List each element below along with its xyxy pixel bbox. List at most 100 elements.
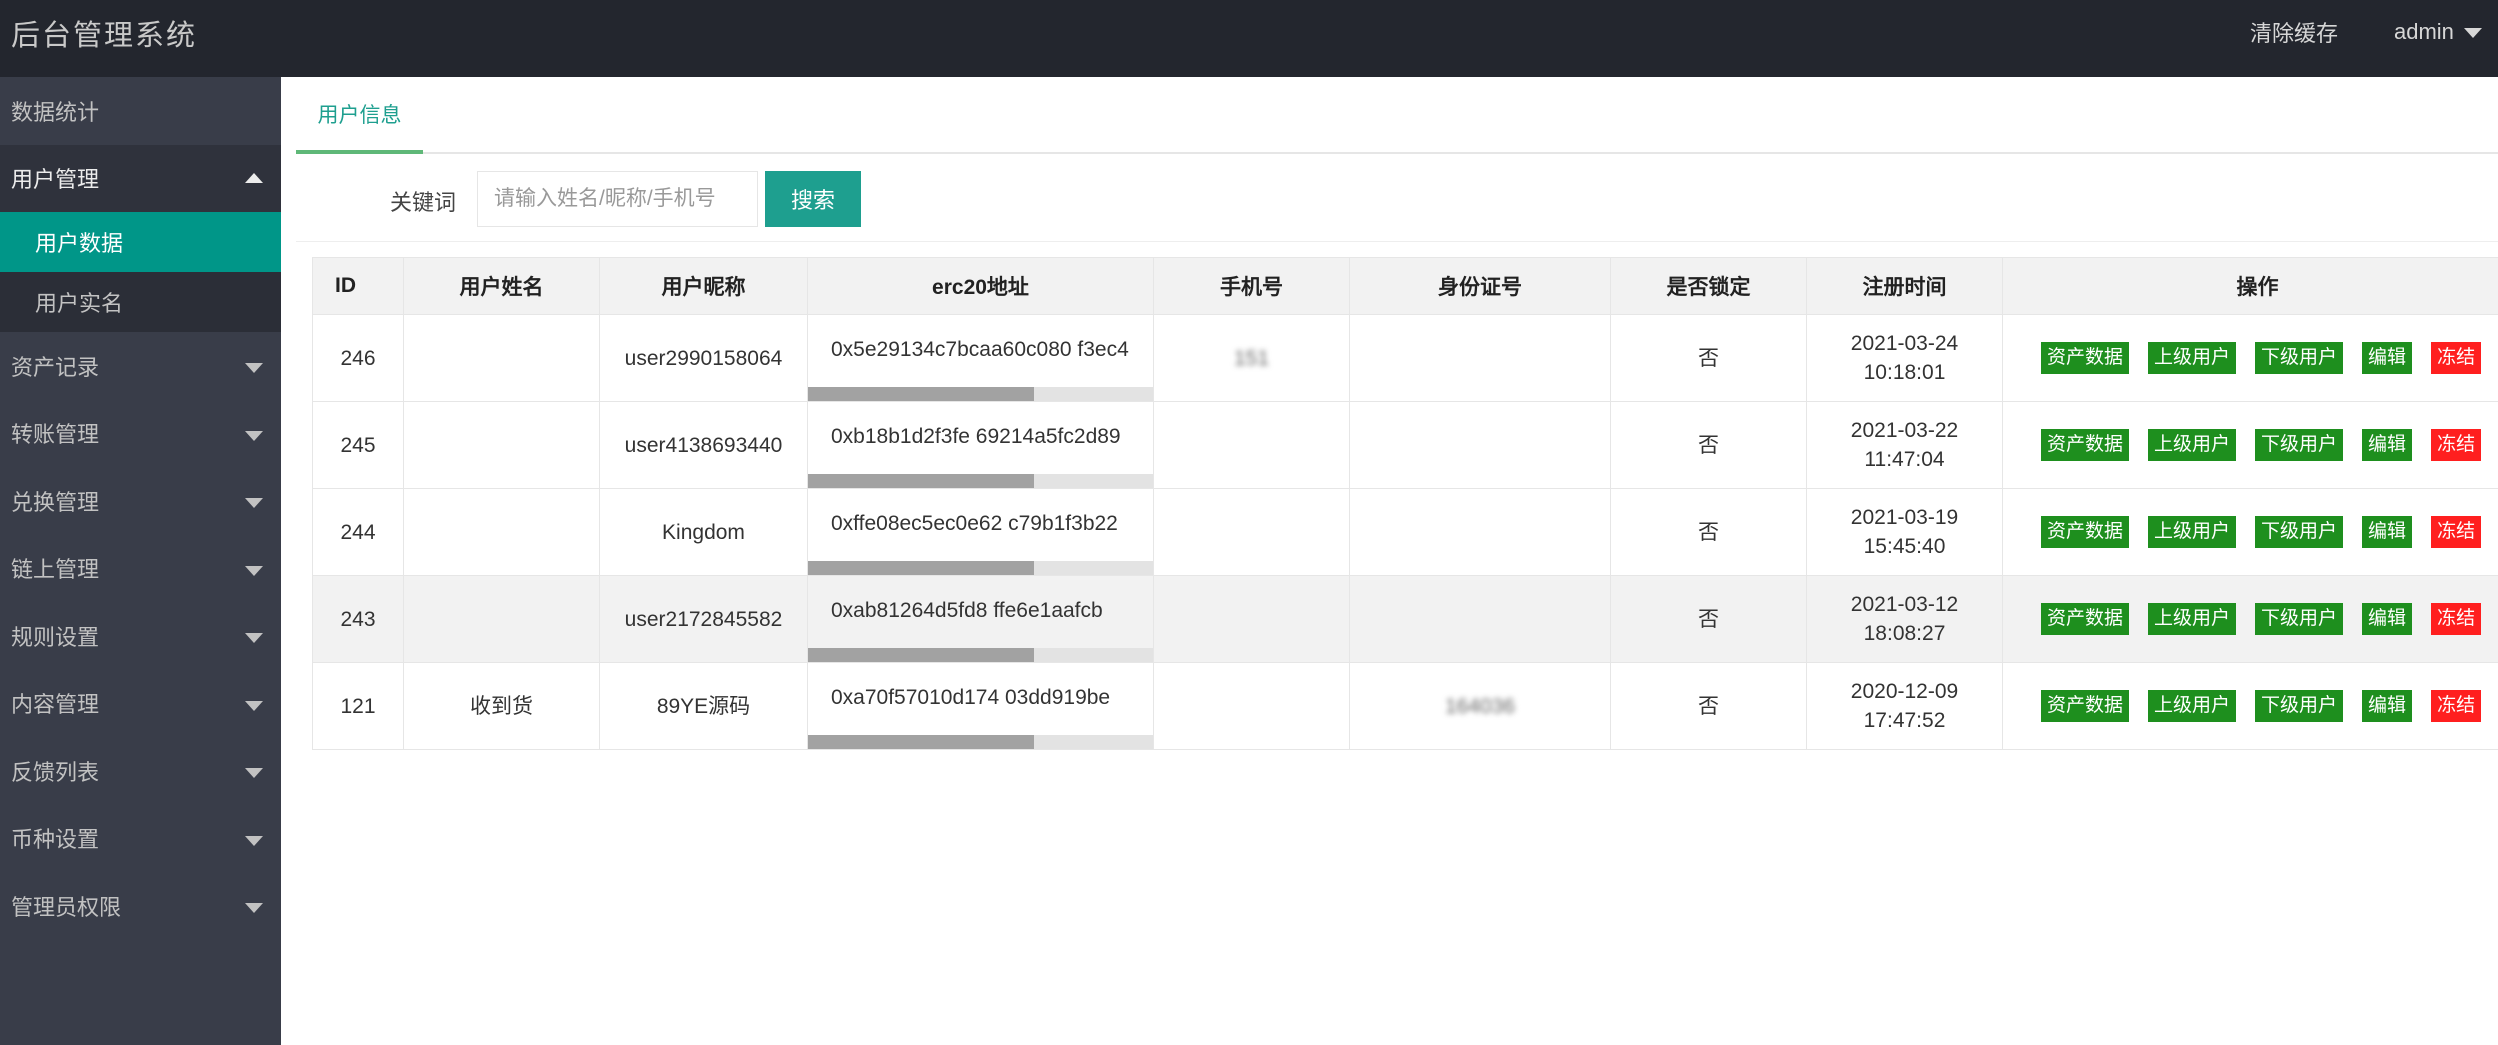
cell-idcard: 164036 xyxy=(1349,662,1611,750)
assets-data-button[interactable]: 资产数据 xyxy=(2041,516,2130,548)
chevron-down-icon xyxy=(245,363,263,373)
table-row: 243 user2172845582 0xab81264d5fd8 ffe6e1… xyxy=(312,575,2498,663)
cell-name xyxy=(403,575,600,663)
register-clock: 11:47:04 xyxy=(1864,448,1945,471)
scrollbar-thumb[interactable] xyxy=(808,387,1034,401)
edit-button[interactable]: 编辑 xyxy=(2362,690,2413,722)
edit-button[interactable]: 编辑 xyxy=(2362,342,2413,374)
table-row: 245 user4138693440 0xb18b1d2f3fe 69214a5… xyxy=(312,401,2498,489)
sidebar-item-admin-permissions[interactable]: 管理员权限 xyxy=(0,872,281,940)
sidebar-item-label: 用户管理 xyxy=(11,167,100,193)
horizontal-scrollbar[interactable] xyxy=(808,735,1153,749)
search-form: 关键词 搜索 xyxy=(281,169,2498,227)
table-row: 244 Kingdom 0xffe08ec5ec0e62 c79b1f3b22 … xyxy=(312,488,2498,576)
lower-user-button[interactable]: 下级用户 xyxy=(2255,342,2344,374)
cell-id: 121 xyxy=(312,662,404,750)
cell-address: 0x5e29134c7bcaa60c080 f3ec4 xyxy=(807,314,1154,402)
sidebar-item-user-management[interactable]: 用户管理 xyxy=(0,144,281,212)
register-date: 2021-03-22 xyxy=(1850,419,1959,442)
upper-user-button[interactable]: 上级用户 xyxy=(2148,342,2237,374)
column-header-actions: 操作 xyxy=(2002,257,2498,315)
lower-user-button[interactable]: 下级用户 xyxy=(2255,690,2344,722)
app-title: 后台管理系统 xyxy=(11,20,198,52)
lower-user-button[interactable]: 下级用户 xyxy=(2255,429,2344,461)
scrollbar-thumb[interactable] xyxy=(808,735,1034,749)
top-header: 后台管理系统 清除缓存 admin xyxy=(0,0,2498,77)
cell-register-time: 2021-03-24 10:18:01 xyxy=(1806,314,2003,402)
sidebar-item-statistics[interactable]: 数据统计 xyxy=(0,77,281,145)
register-date: 2020-12-09 xyxy=(1850,680,1959,703)
clear-cache-link[interactable]: 清除缓存 xyxy=(2250,0,2338,63)
assets-data-button[interactable]: 资产数据 xyxy=(2041,342,2130,374)
sidebar-item-onchain[interactable]: 链上管理 xyxy=(0,535,281,603)
assets-data-button[interactable]: 资产数据 xyxy=(2041,690,2130,722)
sidebar-item-asset-records[interactable]: 资产记录 xyxy=(0,332,281,400)
search-input[interactable] xyxy=(477,171,758,227)
tab-label: 用户信息 xyxy=(317,103,402,127)
sidebar-item-label: 规则设置 xyxy=(11,624,100,650)
column-header-phone: 手机号 xyxy=(1153,257,1350,315)
freeze-button[interactable]: 冻结 xyxy=(2431,429,2482,461)
cell-address: 0xffe08ec5ec0e62 c79b1f3b22 xyxy=(807,488,1154,576)
sidebar-item-label: 转账管理 xyxy=(11,422,100,448)
sidebar-item-label: 兑换管理 xyxy=(11,489,100,515)
freeze-button[interactable]: 冻结 xyxy=(2431,603,2482,635)
freeze-button[interactable]: 冻结 xyxy=(2431,516,2482,548)
cell-locked: 否 xyxy=(1610,488,1807,576)
assets-data-button[interactable]: 资产数据 xyxy=(2041,603,2130,635)
upper-user-button[interactable]: 上级用户 xyxy=(2148,603,2237,635)
scrollbar-thumb[interactable] xyxy=(808,561,1034,575)
upper-user-button[interactable]: 上级用户 xyxy=(2148,516,2237,548)
chevron-up-icon xyxy=(245,172,263,183)
chevron-down-icon xyxy=(2463,28,2482,38)
edit-button[interactable]: 编辑 xyxy=(2362,603,2413,635)
cell-locked: 否 xyxy=(1610,401,1807,489)
column-header-idcard: 身份证号 xyxy=(1349,257,1611,315)
address-text: 0xab81264d5fd8 ffe6e1aafcb xyxy=(831,599,1103,622)
cell-id: 245 xyxy=(312,401,404,489)
main-content: 用户信息 关键词 搜索 ID 用户姓名 用户昵称 erc20地址 手机号 身份证… xyxy=(281,77,2498,1045)
sidebar-subitem-label: 用户实名 xyxy=(35,291,124,316)
column-header-nickname: 用户昵称 xyxy=(599,257,808,315)
sidebar-subitem-user-verification[interactable]: 用户实名 xyxy=(0,272,281,332)
horizontal-scrollbar[interactable] xyxy=(808,648,1153,662)
freeze-button[interactable]: 冻结 xyxy=(2431,342,2482,374)
sidebar-item-rules[interactable]: 规则设置 xyxy=(0,602,281,670)
horizontal-scrollbar[interactable] xyxy=(808,561,1153,575)
chevron-down-icon xyxy=(245,768,263,778)
sidebar-item-transfer[interactable]: 转账管理 xyxy=(0,400,281,468)
sidebar-item-label: 数据统计 xyxy=(11,99,100,125)
sidebar-item-content[interactable]: 内容管理 xyxy=(0,670,281,738)
tab-bar: 用户信息 xyxy=(296,77,2498,154)
chevron-down-icon xyxy=(245,835,263,846)
search-button[interactable]: 搜索 xyxy=(765,171,861,227)
freeze-button[interactable]: 冻结 xyxy=(2431,690,2482,722)
lower-user-button[interactable]: 下级用户 xyxy=(2255,516,2344,548)
scrollbar-thumb[interactable] xyxy=(808,648,1034,662)
cell-actions: 资产数据 上级用户 下级用户 编辑 冻结 xyxy=(2002,314,2498,402)
edit-button[interactable]: 编辑 xyxy=(2362,516,2413,548)
sidebar-item-feedback[interactable]: 反馈列表 xyxy=(0,737,281,805)
sidebar-item-exchange[interactable]: 兑换管理 xyxy=(0,467,281,535)
chevron-down-icon xyxy=(245,565,263,576)
horizontal-scrollbar[interactable] xyxy=(808,474,1153,488)
chevron-down-icon xyxy=(245,498,263,508)
cell-phone xyxy=(1153,401,1350,489)
tab-user-info[interactable]: 用户信息 xyxy=(296,77,423,154)
sidebar-subitem-user-data[interactable]: 用户数据 xyxy=(0,212,281,272)
user-menu[interactable]: admin xyxy=(2394,0,2482,63)
scrollbar-thumb[interactable] xyxy=(808,474,1034,488)
assets-data-button[interactable]: 资产数据 xyxy=(2041,429,2130,461)
cell-idcard xyxy=(1349,488,1611,576)
edit-button[interactable]: 编辑 xyxy=(2362,429,2413,461)
sidebar-item-currency[interactable]: 币种设置 xyxy=(0,805,281,873)
sidebar-item-label: 内容管理 xyxy=(11,692,100,718)
cell-nickname: Kingdom xyxy=(599,488,808,576)
address-text: 0xb18b1d2f3fe 69214a5fc2d89 xyxy=(831,425,1121,448)
column-header-register-time: 注册时间 xyxy=(1806,257,2003,315)
lower-user-button[interactable]: 下级用户 xyxy=(2255,603,2344,635)
column-header-name: 用户姓名 xyxy=(403,257,600,315)
upper-user-button[interactable]: 上级用户 xyxy=(2148,690,2237,722)
upper-user-button[interactable]: 上级用户 xyxy=(2148,429,2237,461)
horizontal-scrollbar[interactable] xyxy=(808,387,1153,401)
